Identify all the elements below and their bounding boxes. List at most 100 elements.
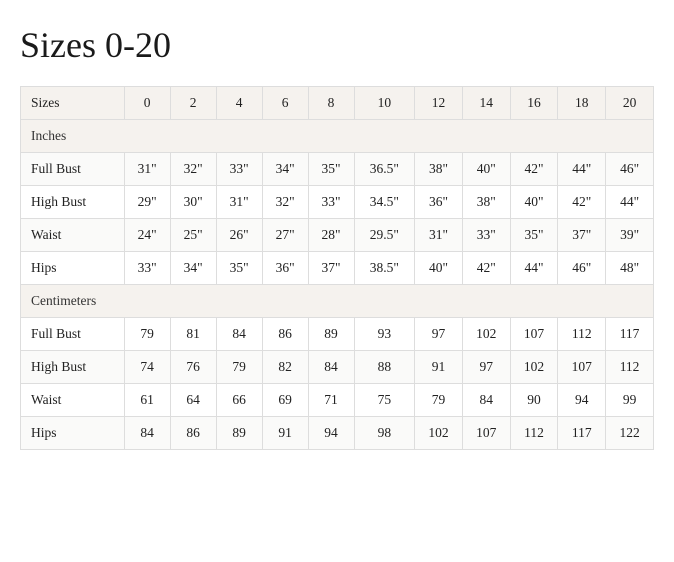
row-value: 26" <box>216 219 262 252</box>
row-value: 36" <box>262 252 308 285</box>
header-size-12: 12 <box>415 87 463 120</box>
row-label: Waist <box>21 384 125 417</box>
row-value: 33" <box>462 219 510 252</box>
row-value: 117 <box>558 417 606 450</box>
header-size-2: 2 <box>170 87 216 120</box>
row-value: 97 <box>415 318 463 351</box>
row-value: 24" <box>124 219 170 252</box>
table-row: High Bust29"30"31"32"33"34.5"36"38"40"42… <box>21 186 654 219</box>
section-label: Centimeters <box>21 285 654 318</box>
row-value: 44" <box>606 186 654 219</box>
row-value: 84 <box>124 417 170 450</box>
section-header-centimeters: Centimeters <box>21 285 654 318</box>
row-value: 40" <box>415 252 463 285</box>
row-value: 46" <box>558 252 606 285</box>
section-header-inches: Inches <box>21 120 654 153</box>
row-value: 102 <box>462 318 510 351</box>
row-value: 64 <box>170 384 216 417</box>
table-row: Waist6164666971757984909499 <box>21 384 654 417</box>
table-row: Full Bust79818486899397102107112117 <box>21 318 654 351</box>
table-row: Hips33"34"35"36"37"38.5"40"42"44"46"48" <box>21 252 654 285</box>
row-value: 32" <box>170 153 216 186</box>
row-value: 98 <box>354 417 415 450</box>
row-label: Hips <box>21 417 125 450</box>
row-label: Full Bust <box>21 153 125 186</box>
row-value: 29.5" <box>354 219 415 252</box>
row-value: 33" <box>124 252 170 285</box>
row-label: Full Bust <box>21 318 125 351</box>
row-value: 107 <box>510 318 558 351</box>
row-value: 112 <box>558 318 606 351</box>
row-value: 74 <box>124 351 170 384</box>
row-value: 84 <box>216 318 262 351</box>
row-value: 37" <box>308 252 354 285</box>
header-size-20: 20 <box>606 87 654 120</box>
row-value: 38.5" <box>354 252 415 285</box>
row-value: 122 <box>606 417 654 450</box>
header-size-16: 16 <box>510 87 558 120</box>
table-row: High Bust7476798284889197102107112 <box>21 351 654 384</box>
row-value: 66 <box>216 384 262 417</box>
row-value: 102 <box>415 417 463 450</box>
row-value: 33" <box>216 153 262 186</box>
row-value: 84 <box>308 351 354 384</box>
row-value: 90 <box>510 384 558 417</box>
row-value: 93 <box>354 318 415 351</box>
row-value: 97 <box>462 351 510 384</box>
row-value: 42" <box>462 252 510 285</box>
row-label: Waist <box>21 219 125 252</box>
row-value: 94 <box>558 384 606 417</box>
row-value: 79 <box>216 351 262 384</box>
row-value: 32" <box>262 186 308 219</box>
row-value: 44" <box>558 153 606 186</box>
row-value: 34" <box>262 153 308 186</box>
header-size-6: 6 <box>262 87 308 120</box>
row-value: 29" <box>124 186 170 219</box>
row-value: 31" <box>216 186 262 219</box>
row-value: 71 <box>308 384 354 417</box>
row-value: 79 <box>124 318 170 351</box>
table-row: Waist24"25"26"27"28"29.5"31"33"35"37"39" <box>21 219 654 252</box>
row-value: 30" <box>170 186 216 219</box>
table-header-row: Sizes 02468101214161820 <box>21 87 654 120</box>
row-value: 44" <box>510 252 558 285</box>
header-size-8: 8 <box>308 87 354 120</box>
row-value: 102 <box>510 351 558 384</box>
row-value: 34" <box>170 252 216 285</box>
row-value: 112 <box>606 351 654 384</box>
row-value: 88 <box>354 351 415 384</box>
row-value: 91 <box>262 417 308 450</box>
row-value: 76 <box>170 351 216 384</box>
row-value: 89 <box>308 318 354 351</box>
row-value: 25" <box>170 219 216 252</box>
header-size-14: 14 <box>462 87 510 120</box>
row-value: 82 <box>262 351 308 384</box>
row-value: 33" <box>308 186 354 219</box>
row-label: High Bust <box>21 351 125 384</box>
row-value: 28" <box>308 219 354 252</box>
row-value: 75 <box>354 384 415 417</box>
row-value: 35" <box>510 219 558 252</box>
row-value: 112 <box>510 417 558 450</box>
row-value: 36" <box>415 186 463 219</box>
row-value: 31" <box>124 153 170 186</box>
row-value: 69 <box>262 384 308 417</box>
row-value: 40" <box>510 186 558 219</box>
row-value: 31" <box>415 219 463 252</box>
table-row: Full Bust31"32"33"34"35"36.5"38"40"42"44… <box>21 153 654 186</box>
row-value: 42" <box>558 186 606 219</box>
row-value: 39" <box>606 219 654 252</box>
row-value: 42" <box>510 153 558 186</box>
row-value: 40" <box>462 153 510 186</box>
row-value: 48" <box>606 252 654 285</box>
row-value: 94 <box>308 417 354 450</box>
row-value: 36.5" <box>354 153 415 186</box>
row-value: 46" <box>606 153 654 186</box>
row-value: 27" <box>262 219 308 252</box>
row-value: 117 <box>606 318 654 351</box>
row-value: 38" <box>415 153 463 186</box>
row-value: 99 <box>606 384 654 417</box>
row-value: 38" <box>462 186 510 219</box>
size-chart-table: Sizes 02468101214161820 InchesFull Bust3… <box>20 86 654 450</box>
row-value: 107 <box>558 351 606 384</box>
